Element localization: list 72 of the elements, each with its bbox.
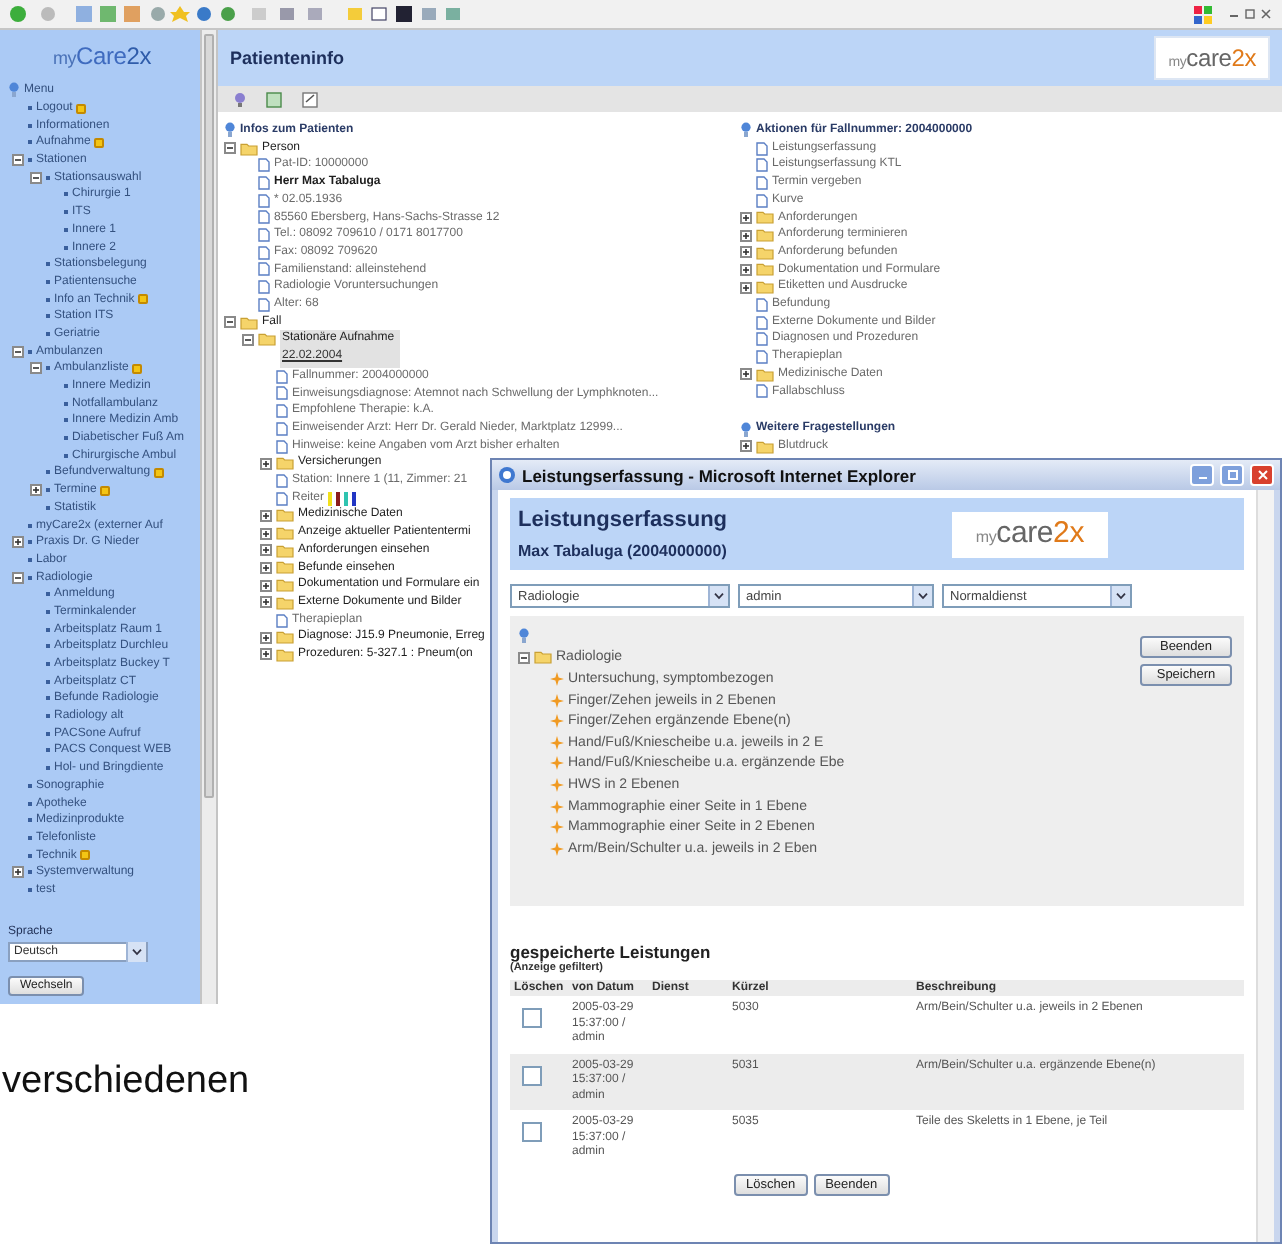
- info-icon: [740, 421, 752, 438]
- info-icon: [224, 122, 236, 139]
- expand-icon[interactable]: [260, 527, 272, 540]
- logo-text: my: [975, 527, 997, 545]
- document-icon: [756, 384, 768, 399]
- logo-text: 2x: [126, 42, 152, 70]
- scrollbar[interactable]: [1256, 490, 1274, 1242]
- checkbox[interactable]: [522, 1122, 542, 1142]
- patient-name: Max Tabaluga (2004000000): [518, 542, 728, 560]
- expand-icon[interactable]: [260, 631, 272, 644]
- folder-icon: [756, 439, 774, 454]
- collapse-icon[interactable]: [224, 316, 236, 329]
- logo-text: 2x: [1231, 44, 1256, 72]
- minimize-button[interactable]: [1190, 464, 1214, 486]
- expand-icon[interactable]: [260, 561, 272, 574]
- collapse-icon[interactable]: [12, 571, 24, 584]
- page-title: Patienteninfo: [230, 48, 345, 68]
- expand-icon[interactable]: [260, 648, 272, 661]
- collapse-icon[interactable]: [12, 345, 24, 358]
- maximize-button[interactable]: [1220, 464, 1244, 486]
- expand-icon[interactable]: [260, 544, 272, 557]
- info-icon: [740, 122, 752, 139]
- chevron-down-icon: [918, 592, 928, 600]
- maximize-icon: [1227, 470, 1237, 480]
- close-button[interactable]: [1250, 464, 1274, 486]
- folder-icon: [756, 367, 774, 382]
- collapse-icon[interactable]: [518, 651, 530, 664]
- expand-icon[interactable]: [740, 211, 752, 224]
- slide-caption: verschiedenen: [2, 1060, 250, 1104]
- folder-icon: [534, 650, 552, 665]
- notepad-icon[interactable]: [302, 91, 318, 107]
- info-icon: [8, 82, 20, 99]
- window-controls-icon[interactable]: [1194, 4, 1274, 24]
- browser-icon: [498, 466, 516, 484]
- collapse-icon[interactable]: [224, 142, 236, 155]
- expand-icon[interactable]: [12, 536, 24, 549]
- logo-text: care: [996, 515, 1054, 549]
- checkbox[interactable]: [522, 1008, 542, 1028]
- collapse-icon[interactable]: [30, 362, 42, 375]
- chevron-down-icon: [132, 948, 142, 956]
- expand-icon[interactable]: [740, 263, 752, 276]
- checkbox[interactable]: [522, 1065, 542, 1085]
- section-heading: gespeicherte Leistungen: [510, 942, 713, 962]
- expand-icon[interactable]: [740, 281, 752, 294]
- folder-icon: [240, 141, 258, 156]
- expand-icon[interactable]: [12, 866, 24, 879]
- expand-icon[interactable]: [740, 368, 752, 381]
- collapse-icon[interactable]: [242, 333, 254, 346]
- folder-icon: [276, 456, 294, 471]
- logo-text: Care: [76, 42, 127, 70]
- collapse-icon[interactable]: [30, 171, 42, 184]
- expand-icon[interactable]: [30, 484, 42, 497]
- dialog-title: Leistungserfassung - Microsoft Internet Explorer: [522, 465, 918, 485]
- expand-icon[interactable]: [740, 246, 752, 259]
- logo-text: my: [52, 48, 77, 68]
- chevron-down-icon: [714, 592, 724, 600]
- logo-text: 2x: [1053, 515, 1084, 549]
- expand-icon[interactable]: [740, 229, 752, 242]
- chevron-down-icon: [1116, 592, 1126, 600]
- document-icon: [276, 613, 288, 628]
- expand-icon[interactable]: [260, 457, 272, 470]
- expand-icon[interactable]: [260, 596, 272, 609]
- expand-icon[interactable]: [740, 440, 752, 453]
- logo-text: care: [1186, 44, 1232, 72]
- expand-icon[interactable]: [260, 509, 272, 522]
- bulb-icon[interactable]: [234, 91, 246, 107]
- dialog-heading: Leistungserfassung: [518, 508, 728, 532]
- scrollbar[interactable]: [200, 30, 218, 1004]
- close-icon: [1257, 470, 1267, 480]
- expand-icon[interactable]: [260, 579, 272, 592]
- collapse-icon[interactable]: [12, 154, 24, 167]
- info-icon: [518, 628, 530, 645]
